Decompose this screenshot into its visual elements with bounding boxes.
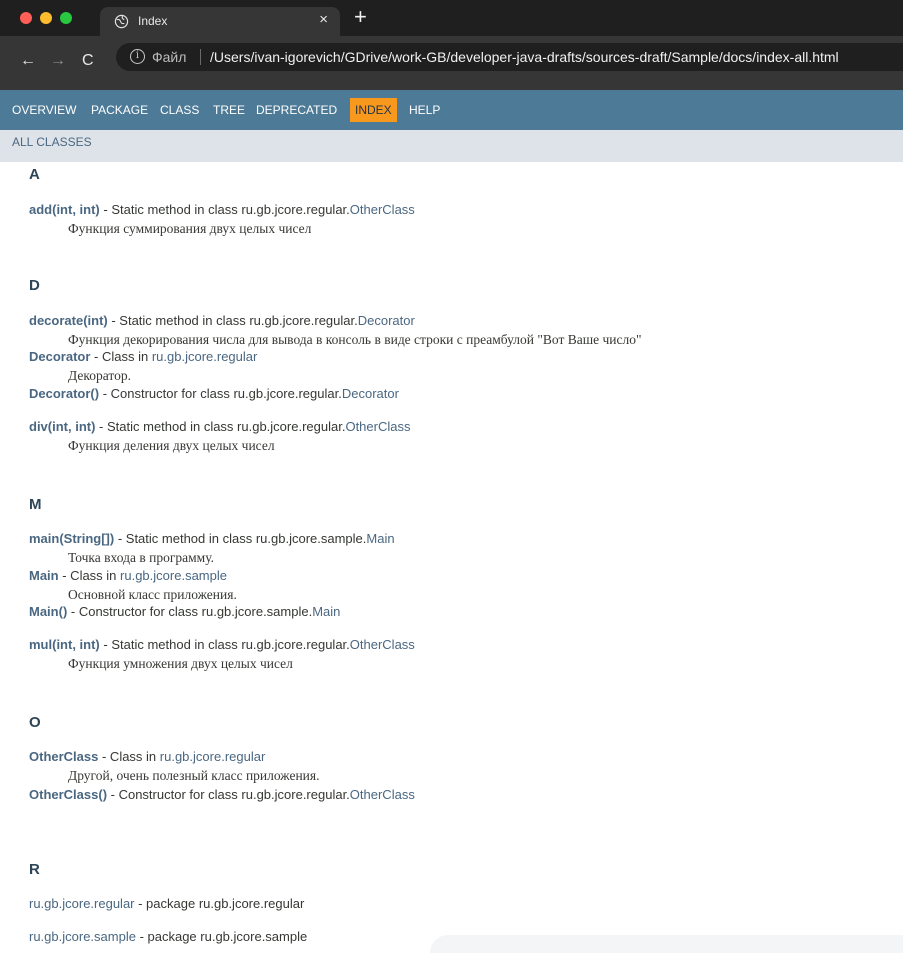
member-link[interactable]: Main [29, 568, 59, 583]
address-divider [200, 49, 201, 65]
entry-text: - Static method in class ru.gb.jcore.reg… [95, 419, 346, 434]
index-letter-d: D [29, 277, 40, 294]
class-link[interactable]: OtherClass [350, 202, 415, 217]
tab-close-icon[interactable]: × [319, 11, 328, 29]
member-link[interactable]: Decorator() [29, 386, 99, 401]
browser-tab-bar: Index × + [0, 0, 903, 36]
entry-text: - Static method in class ru.gb.jcore.sam… [114, 531, 367, 546]
index-entry: add(int, int) - Static method in class r… [29, 202, 415, 217]
package-link[interactable]: ru.gb.jcore.regular [29, 896, 135, 911]
nav-help[interactable]: HELP [409, 90, 440, 130]
index-entry: ru.gb.jcore.sample - package ru.gb.jcore… [29, 929, 307, 944]
nav-package[interactable]: PACKAGE [91, 90, 148, 130]
new-tab-button[interactable]: + [354, 5, 367, 29]
url-text[interactable]: /Users/ivan-igorevich/GDrive/work-GB/dev… [210, 49, 839, 65]
class-link[interactable]: OtherClass [345, 419, 410, 434]
nav-tree[interactable]: TREE [213, 90, 245, 130]
globe-icon [114, 14, 129, 29]
nav-index-active[interactable]: INDEX [350, 98, 397, 122]
class-link[interactable]: OtherClass [350, 787, 415, 802]
forward-arrow-icon[interactable]: → [50, 52, 66, 70]
entry-description: Другой, очень полезный класс приложения. [68, 768, 320, 783]
entry-text: - Constructor for class ru.gb.jcore.regu… [99, 386, 342, 401]
bottom-overlay [430, 935, 903, 953]
browser-toolbar: ← → C i Файл /Users/ivan-igorevich/GDriv… [0, 36, 903, 90]
entry-description: Точка входа в программу. [68, 550, 214, 565]
nav-class[interactable]: CLASS [160, 90, 199, 130]
entry-description: Функция умножения двух целых чисел [68, 656, 293, 671]
entry-description: Функция декорирования числа для вывода в… [68, 332, 642, 347]
entry-text: - Static method in class ru.gb.jcore.reg… [99, 637, 350, 652]
entry-text: - package ru.gb.jcore.sample [135, 929, 308, 944]
package-link[interactable]: ru.gb.jcore.sample [120, 568, 227, 583]
member-link[interactable]: OtherClass [29, 749, 98, 764]
index-entry: Main() - Constructor for class ru.gb.jco… [29, 604, 340, 619]
index-entry: ru.gb.jcore.regular - package ru.gb.jcor… [29, 896, 304, 911]
class-link[interactable]: Decorator [342, 386, 399, 401]
all-classes-link[interactable]: ALL CLASSES [12, 135, 92, 149]
member-link[interactable]: decorate(int) [29, 313, 108, 328]
entry-text: - Static method in class ru.gb.jcore.reg… [99, 202, 350, 217]
reload-icon[interactable]: C [82, 52, 94, 70]
entry-text: - Constructor for class ru.gb.jcore.regu… [107, 787, 350, 802]
member-link[interactable]: mul(int, int) [29, 637, 100, 652]
entry-text: - package ru.gb.jcore.regular [134, 896, 305, 911]
entry-text: - Class in [58, 568, 121, 583]
index-entry: Main - Class in ru.gb.jcore.sample [29, 568, 227, 583]
member-link[interactable]: main(String[]) [29, 531, 114, 546]
entry-description: Функция деления двух целых чисел [68, 438, 275, 453]
index-entry: main(String[]) - Static method in class … [29, 531, 395, 546]
member-link[interactable]: Main() [29, 604, 67, 619]
package-link[interactable]: ru.gb.jcore.sample [29, 929, 136, 944]
index-letter-a: A [29, 166, 40, 183]
package-link[interactable]: ru.gb.jcore.regular [152, 349, 258, 364]
member-link[interactable]: OtherClass() [29, 787, 107, 802]
entry-description: Декоратор. [68, 368, 131, 383]
index-letter-r: R [29, 861, 40, 878]
address-bar[interactable]: i Файл /Users/ivan-igorevich/GDrive/work… [116, 43, 903, 71]
index-entry: OtherClass() - Constructor for class ru.… [29, 787, 415, 802]
index-entry: decorate(int) - Static method in class r… [29, 313, 415, 328]
window-minimize-button[interactable] [40, 12, 52, 24]
index-entry: div(int, int) - Static method in class r… [29, 419, 410, 434]
nav-overview[interactable]: OVERVIEW [12, 90, 76, 130]
entry-text: - Static method in class ru.gb.jcore.reg… [107, 313, 358, 328]
index-entry: mul(int, int) - Static method in class r… [29, 637, 415, 652]
member-link[interactable]: div(int, int) [29, 419, 95, 434]
entry-description: Функция суммирования двух целых чисел [68, 221, 312, 236]
tab-title: Index [138, 14, 168, 28]
site-label: Файл [152, 49, 187, 65]
class-link[interactable]: Decorator [358, 313, 415, 328]
browser-tab[interactable]: Index × [100, 7, 340, 36]
nav-deprecated[interactable]: DEPRECATED [256, 90, 337, 130]
member-link[interactable]: Decorator [29, 349, 90, 364]
window-close-button[interactable] [20, 12, 32, 24]
index-letter-o: O [29, 714, 41, 731]
info-icon[interactable]: i [130, 49, 145, 64]
entry-text: - Constructor for class ru.gb.jcore.samp… [67, 604, 313, 619]
entry-text: - Class in [90, 349, 152, 364]
index-content: A add(int, int) - Static method in class… [0, 162, 903, 953]
class-link[interactable]: Main [312, 604, 340, 619]
member-link[interactable]: add(int, int) [29, 202, 100, 217]
index-letter-m: M [29, 496, 42, 513]
package-link[interactable]: ru.gb.jcore.regular [160, 749, 266, 764]
back-arrow-icon[interactable]: ← [20, 52, 36, 70]
entry-text: - Class in [98, 749, 160, 764]
top-nav-bar: OVERVIEW PACKAGE CLASS TREE DEPRECATED I… [0, 90, 903, 130]
index-entry: Decorator() - Constructor for class ru.g… [29, 386, 399, 401]
sub-nav-bar: ALL CLASSES [0, 130, 903, 162]
class-link[interactable]: OtherClass [350, 637, 415, 652]
class-link[interactable]: Main [366, 531, 394, 546]
entry-description: Основной класс приложения. [68, 587, 237, 602]
index-entry: OtherClass - Class in ru.gb.jcore.regula… [29, 749, 265, 764]
window-zoom-button[interactable] [60, 12, 72, 24]
index-entry: Decorator - Class in ru.gb.jcore.regular [29, 349, 257, 364]
